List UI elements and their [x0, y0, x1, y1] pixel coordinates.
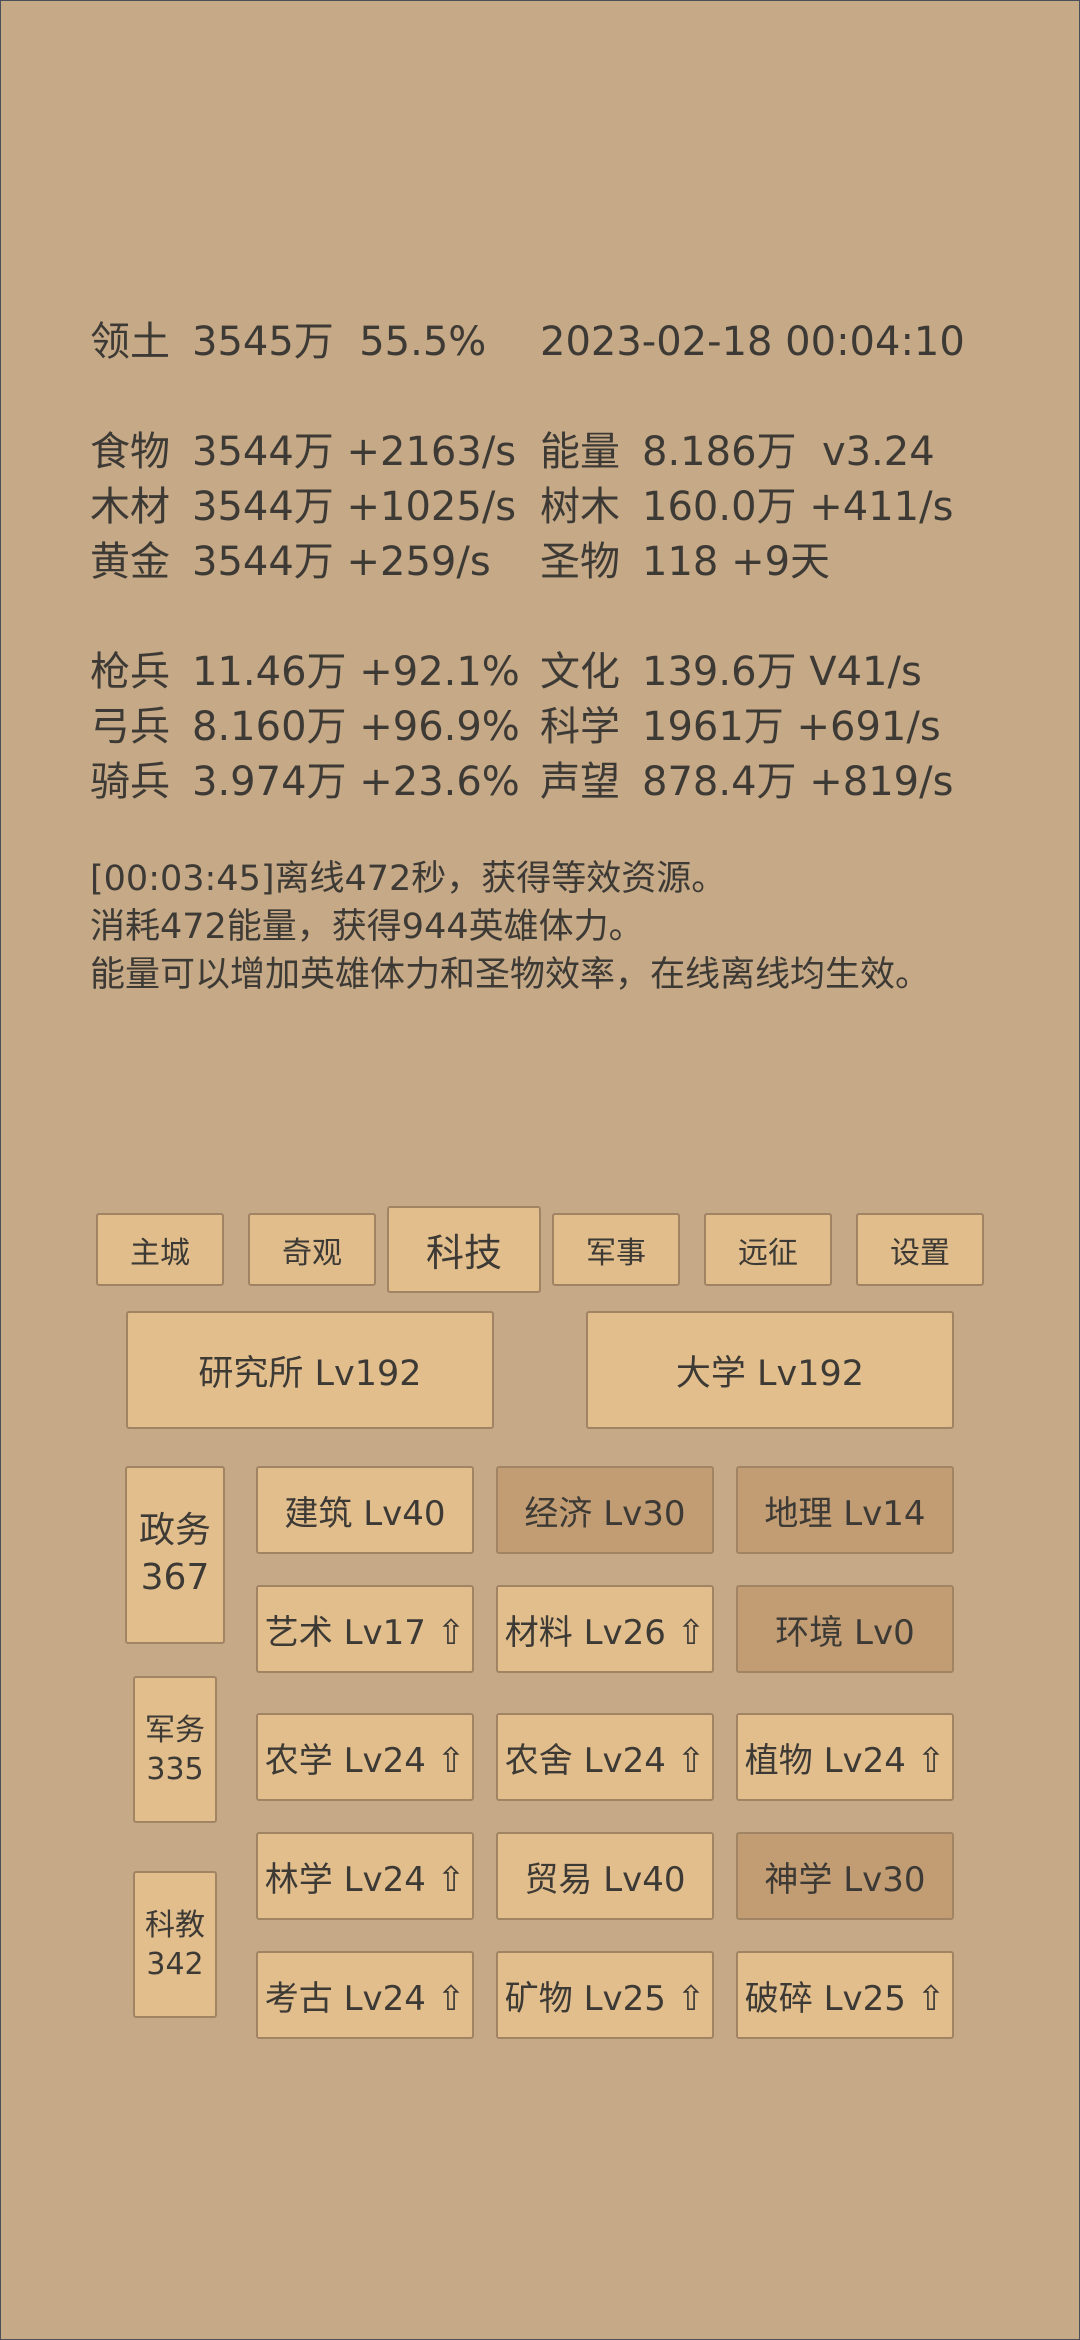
resource-label: 能量 [540, 429, 620, 475]
tab-technology[interactable]: 科技 [387, 1206, 541, 1293]
tech-trade[interactable]: 贸易 Lv40 [496, 1832, 714, 1920]
resource-value: 3544万 +1025/s [192, 484, 517, 530]
tab-main-city[interactable]: 主城 [96, 1213, 224, 1286]
resource-value: 160.0万 +411/s [642, 484, 954, 530]
tech-economy[interactable]: 经济 Lv30 [496, 1466, 714, 1554]
tab-wonders[interactable]: 奇观 [248, 1213, 376, 1286]
territory-label: 领土 [90, 319, 170, 365]
resource-value: 118 +9天 [642, 539, 831, 585]
tab-expedition[interactable]: 远征 [704, 1213, 832, 1286]
resource-label: 食物 [90, 429, 170, 475]
resource-value: 8.186万 v3.24 [642, 429, 935, 475]
side-button-military-affairs[interactable]: 军务 335 [133, 1676, 217, 1823]
tech-farmhouse[interactable]: 农舍 Lv24 ⇧ [496, 1713, 714, 1801]
side-button-science-education[interactable]: 科教 342 [133, 1871, 217, 2018]
army-label: 弓兵 [90, 704, 170, 750]
tech-geography[interactable]: 地理 Lv14 [736, 1466, 954, 1554]
resource-value: 3544万 +2163/s [192, 429, 517, 475]
side-value: 335 [146, 1751, 204, 1787]
tech-botany[interactable]: 植物 Lv24 ⇧ [736, 1713, 954, 1801]
resource-energy: 能量 8.186万 v3.24 [540, 428, 935, 476]
stat-label: 声望 [540, 759, 620, 805]
side-name: 政务 [138, 1510, 211, 1552]
stat-label: 文化 [540, 649, 620, 695]
side-name: 科教 [145, 1907, 205, 1943]
university-button[interactable]: 大学 Lv192 [586, 1311, 954, 1429]
stat-value: 878.4万 +819/s [642, 759, 954, 805]
message-log: [00:03:45]离线472秒，获得等效资源。 消耗472能量，获得944英雄… [90, 855, 930, 999]
territory-row: 领土 3545万 55.5% [90, 318, 486, 366]
datetime: 2023-02-18 00:04:10 [540, 319, 965, 365]
log-line: 能量可以增加英雄体力和圣物效率，在线离线均生效。 [90, 955, 931, 995]
tech-archaeology[interactable]: 考古 Lv24 ⇧ [256, 1951, 474, 2039]
army-spearmen: 枪兵 11.46万 +92.1% [90, 648, 520, 696]
tech-materials[interactable]: 材料 Lv26 ⇧ [496, 1585, 714, 1673]
tech-forestry[interactable]: 林学 Lv24 ⇧ [256, 1832, 474, 1920]
resource-value: 3544万 +259/s [192, 539, 491, 585]
stat-science: 科学 1961万 +691/s [540, 703, 941, 751]
stat-culture: 文化 139.6万 V41/s [540, 648, 922, 696]
side-value: 367 [140, 1557, 210, 1598]
army-value: 8.160万 +96.9% [192, 704, 520, 750]
resource-label: 木材 [90, 484, 170, 530]
stat-value: 139.6万 V41/s [642, 649, 922, 695]
territory-value: 3545万 [192, 319, 334, 365]
resource-food: 食物 3544万 +2163/s [90, 428, 516, 476]
army-label: 枪兵 [90, 649, 170, 695]
tech-environment[interactable]: 环境 Lv0 [736, 1585, 954, 1673]
resource-label: 黄金 [90, 539, 170, 585]
side-value: 342 [146, 1946, 204, 1982]
tech-architecture[interactable]: 建筑 Lv40 [256, 1466, 474, 1554]
tech-minerals[interactable]: 矿物 Lv25 ⇧ [496, 1951, 714, 2039]
stat-prestige: 声望 878.4万 +819/s [540, 758, 953, 806]
stat-value: 1961万 +691/s [642, 704, 941, 750]
tab-settings[interactable]: 设置 [856, 1213, 984, 1286]
tech-theology[interactable]: 神学 Lv30 [736, 1832, 954, 1920]
resource-label: 圣物 [540, 539, 620, 585]
resource-wood: 木材 3544万 +1025/s [90, 483, 516, 531]
army-archers: 弓兵 8.160万 +96.9% [90, 703, 520, 751]
resource-relics: 圣物 118 +9天 [540, 538, 830, 586]
resource-trees: 树木 160.0万 +411/s [540, 483, 953, 531]
resource-gold: 黄金 3544万 +259/s [90, 538, 491, 586]
tech-art[interactable]: 艺术 Lv17 ⇧ [256, 1585, 474, 1673]
side-button-governance[interactable]: 政务 367 [125, 1466, 225, 1644]
army-cavalry: 骑兵 3.974万 +23.6% [90, 758, 520, 806]
log-line: 消耗472能量，获得944英雄体力。 [90, 907, 644, 947]
army-value: 3.974万 +23.6% [192, 759, 520, 805]
research-institute-button[interactable]: 研究所 Lv192 [126, 1311, 494, 1429]
log-line: [00:03:45]离线472秒，获得等效资源。 [90, 859, 727, 899]
tab-military[interactable]: 军事 [552, 1213, 680, 1286]
stat-label: 科学 [540, 704, 620, 750]
side-name: 军务 [145, 1712, 205, 1748]
army-label: 骑兵 [90, 759, 170, 805]
army-value: 11.46万 +92.1% [192, 649, 520, 695]
tech-fragmentation[interactable]: 破碎 Lv25 ⇧ [736, 1951, 954, 2039]
resource-label: 树木 [540, 484, 620, 530]
tech-agronomy[interactable]: 农学 Lv24 ⇧ [256, 1713, 474, 1801]
territory-percent: 55.5% [359, 319, 487, 365]
